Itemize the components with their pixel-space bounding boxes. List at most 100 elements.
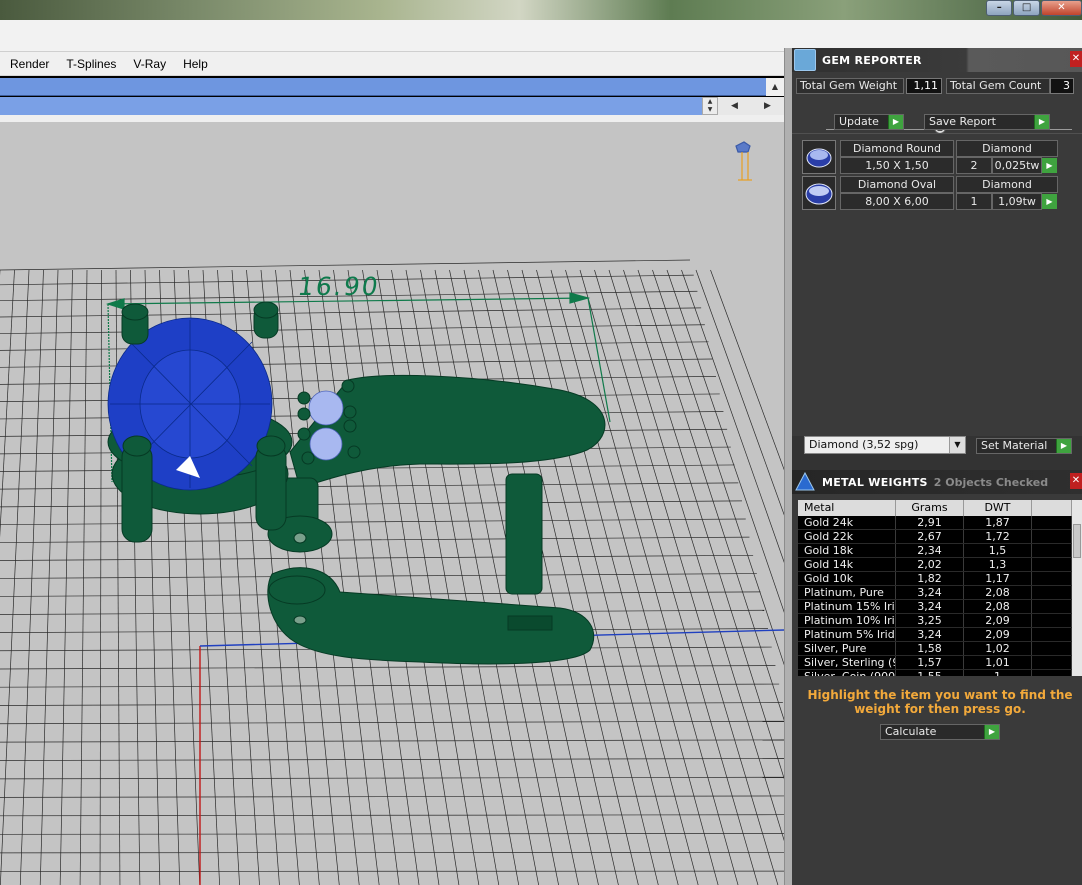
gem-material-cell: Diamond xyxy=(956,140,1058,157)
history-scroll-arrow[interactable]: ▲ xyxy=(766,78,784,96)
set-material-button[interactable]: Set Material ▶ xyxy=(976,438,1072,454)
close-icon[interactable]: ✕ xyxy=(1070,473,1082,489)
grid-line xyxy=(39,269,59,885)
grid-line xyxy=(0,358,713,368)
dwt-cell: 1,72 xyxy=(964,530,1032,543)
table-row[interactable]: Platinum 5% Irid 3,24 2,09 xyxy=(798,628,1072,642)
grid-line xyxy=(579,269,759,885)
save-report-button[interactable]: Save Report ▶ xyxy=(924,114,1050,130)
table-row[interactable]: Gold 14k 2,02 1,3 xyxy=(798,558,1072,572)
menu-t-splines[interactable]: T-Splines xyxy=(56,57,123,71)
metal-name-cell: Silver, Pure xyxy=(798,642,896,655)
gem-go-icon[interactable]: ▶ xyxy=(1042,194,1057,209)
table-row[interactable]: Gold 10k 1,82 1,17 xyxy=(798,572,1072,586)
menu-help[interactable]: Help xyxy=(173,57,215,71)
metal-table-header: Metal Grams DWT xyxy=(798,500,1072,516)
command-history-bar[interactable] xyxy=(0,78,766,96)
grid-line xyxy=(0,307,702,318)
grid-line xyxy=(521,269,679,885)
metal-name-cell: Silver, Coin (900) xyxy=(798,670,896,676)
grid-line xyxy=(652,269,784,666)
gem-row[interactable]: Diamond Oval Diamond 8,00 X 6,00 1 1,09t… xyxy=(802,176,1058,210)
menu-render[interactable]: Render xyxy=(0,57,56,71)
viewport-scene xyxy=(0,141,784,885)
update-go-icon[interactable]: ▶ xyxy=(888,115,903,129)
calculate-button[interactable]: Calculate ▶ xyxy=(880,724,1000,740)
column-header-dwt[interactable]: DWT xyxy=(964,500,1032,516)
scroll-left-icon[interactable]: ◀ xyxy=(731,101,738,111)
grams-cell: 1,55 xyxy=(896,670,964,676)
grid-line xyxy=(0,536,750,543)
gem-size-cell: 1,50 X 1,50 xyxy=(840,157,954,174)
metal-name-cell: Platinum 5% Irid xyxy=(798,628,896,641)
table-row[interactable]: Platinum 15% Irid 3,24 2,08 xyxy=(798,600,1072,614)
dwt-cell: 1,5 xyxy=(964,544,1032,557)
scrollbar-thumb[interactable] xyxy=(1073,524,1081,558)
column-header-metal[interactable]: Metal xyxy=(798,500,896,516)
material-select[interactable]: Diamond (3,52 spg) ▼ xyxy=(804,436,966,454)
table-row[interactable]: Platinum 10% Irid 3,25 2,09 xyxy=(798,614,1072,628)
dwt-cell: 2,09 xyxy=(964,614,1032,627)
oval-gem-thumbnail-icon xyxy=(802,176,836,210)
total-gem-count-label: Total Gem Count xyxy=(946,78,1050,94)
metal-name-cell: Gold 14k xyxy=(798,558,896,571)
metal-weights-title: METAL WEIGHTS xyxy=(822,475,928,489)
grid-line xyxy=(681,269,784,563)
metal-table-scrollbar[interactable] xyxy=(1072,500,1082,676)
filler-cell xyxy=(1032,656,1072,669)
maximize-button[interactable]: □ xyxy=(1013,0,1040,16)
grams-cell: 2,91 xyxy=(896,516,964,529)
column-header-grams[interactable]: Grams xyxy=(896,500,964,516)
grid-line xyxy=(0,573,757,579)
grid-line xyxy=(478,269,619,885)
gem-row[interactable]: Diamond Round Diamond 1,50 X 1,50 2 0,02… xyxy=(802,140,1058,174)
total-gem-weight-label: Total Gem Weight xyxy=(796,78,904,94)
grid-line xyxy=(666,269,784,613)
gem-shape-cell: Diamond Oval xyxy=(840,176,954,193)
grid-line xyxy=(710,269,784,471)
gem-material-cell: Diamond xyxy=(956,176,1058,193)
menubar: Render T-Splines V-Ray Help xyxy=(0,52,792,76)
filler-cell xyxy=(1032,600,1072,613)
table-row[interactable]: Gold 24k 2,91 1,87 xyxy=(798,516,1072,530)
gem-go-icon[interactable]: ▶ xyxy=(1042,158,1057,173)
close-window-button[interactable]: ✕ xyxy=(1040,0,1082,16)
filler-cell xyxy=(1032,558,1072,571)
gem-reporter-icon xyxy=(794,49,816,71)
gem-weight-cell: 1,09tw xyxy=(992,193,1042,210)
metal-name-cell: Gold 24k xyxy=(798,516,896,529)
scroll-right-icon[interactable]: ▶ xyxy=(764,101,771,111)
gem-size-cell: 8,00 X 6,00 xyxy=(840,193,954,210)
panel-splitter[interactable] xyxy=(784,48,792,885)
cplane-indicator xyxy=(735,141,752,181)
table-row[interactable]: Gold 18k 2,34 1,5 xyxy=(798,544,1072,558)
table-row[interactable]: Silver, Coin (900)1,551 xyxy=(798,670,1072,676)
table-row[interactable]: Silver, Pure 1,58 1,02 xyxy=(798,642,1072,656)
perspective-viewport[interactable]: 16.90 xyxy=(0,122,784,885)
close-icon[interactable]: ✕ xyxy=(1070,51,1082,67)
command-prompt-bar[interactable] xyxy=(0,97,702,115)
update-button-label: Update xyxy=(839,115,879,128)
filler-cell xyxy=(1032,628,1072,641)
command-spinner[interactable]: ▲ ▼ xyxy=(702,97,718,115)
chevron-down-icon[interactable]: ▼ xyxy=(949,437,965,453)
dimension-label: 16.90 xyxy=(295,272,382,301)
command-scroll-nav[interactable]: ◀ ▶ xyxy=(718,97,784,115)
table-row[interactable]: Silver, Sterling (9...1,571,01 xyxy=(798,656,1072,670)
save-report-go-icon[interactable]: ▶ xyxy=(1034,115,1049,129)
set-material-go-icon[interactable]: ▶ xyxy=(1056,439,1071,453)
update-button[interactable]: Update ▶ xyxy=(834,114,904,130)
table-row[interactable]: Gold 22k 2,67 1,72 xyxy=(798,530,1072,544)
gem-reporter-title: GEM REPORTER xyxy=(822,53,922,67)
calculate-go-icon[interactable]: ▶ xyxy=(984,725,999,739)
grams-cell: 3,25 xyxy=(896,614,964,627)
grams-cell: 1,57 xyxy=(896,656,964,669)
filler-cell xyxy=(1032,516,1072,529)
table-row[interactable]: Platinum, Pure 3,24 2,08 xyxy=(798,586,1072,600)
round-gem-thumbnail-icon xyxy=(802,140,836,174)
desktop-wallpaper-strip xyxy=(0,0,1082,20)
grid-line xyxy=(637,269,784,721)
minimize-button[interactable]: – xyxy=(986,0,1013,16)
menu-v-ray[interactable]: V-Ray xyxy=(123,57,173,71)
grid-line xyxy=(0,720,784,725)
